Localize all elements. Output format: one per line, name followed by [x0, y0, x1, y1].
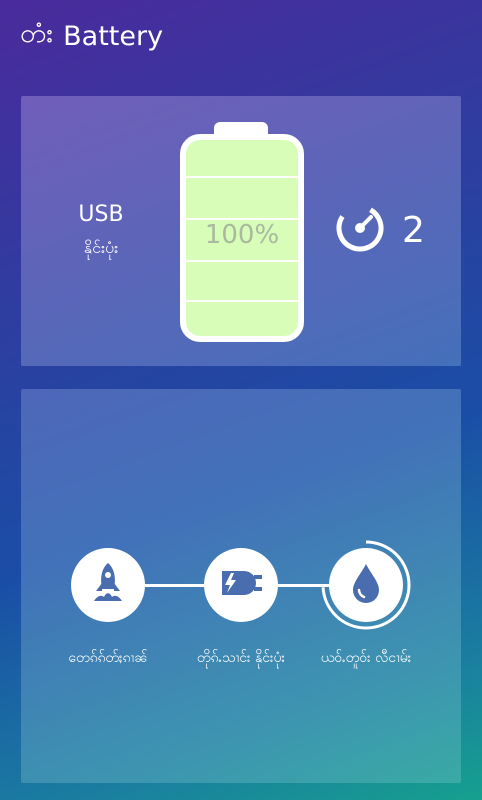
charge-source-label: USB: [78, 202, 124, 227]
charging-steps-card: တေၵ်ၵ်တ်ႈၵၢၼ် တိုၵ်ႉသၢင်း နိုင်းပုံး ယဝ်…: [21, 389, 461, 783]
boost-count: 2: [402, 209, 425, 251]
header-prefix: တံး: [20, 18, 54, 49]
charge-source-state: နိုင်းပုံး: [83, 238, 119, 257]
page-title: Battery: [63, 20, 164, 52]
rocket-icon: [88, 561, 128, 609]
battery-level-line: [186, 176, 298, 178]
battery-percent: 100%: [204, 220, 280, 250]
drop-icon: [349, 562, 383, 608]
battery-level-line: [186, 260, 298, 262]
battery-status-card: USB နိုင်းပုံး 100% 2: [21, 96, 461, 366]
charging-steps: တေၵ်ၵ်တ်ႈၵၢၼ် တိုၵ်ႉသၢင်း နိုင်းပုံး ယဝ်…: [21, 389, 461, 783]
battery-body: 100%: [180, 134, 304, 342]
step-label-continuous: တိုၵ်ႉသၢင်း နိုင်းပုံး: [196, 650, 286, 666]
battery-level-line: [186, 300, 298, 302]
boost-counter[interactable]: 2: [334, 202, 425, 258]
speedometer-icon: [334, 202, 386, 258]
app-header: တံး Battery: [20, 18, 163, 54]
plug-icon: [218, 563, 264, 607]
step-trickle-charge[interactable]: [329, 548, 403, 622]
step-connector: [145, 584, 205, 587]
step-continuous-charge[interactable]: [204, 548, 278, 622]
charge-source: USB နိုင်းပုံး: [61, 202, 141, 261]
battery-indicator: 100%: [180, 122, 304, 342]
step-label-trickle: ယဝ်ႉတူဝ်း လီငၢမ်း: [320, 650, 412, 666]
step-fast-charge[interactable]: [71, 548, 145, 622]
step-label-fast: တေၵ်ၵ်တ်ႈၵၢၼ်: [68, 650, 148, 666]
